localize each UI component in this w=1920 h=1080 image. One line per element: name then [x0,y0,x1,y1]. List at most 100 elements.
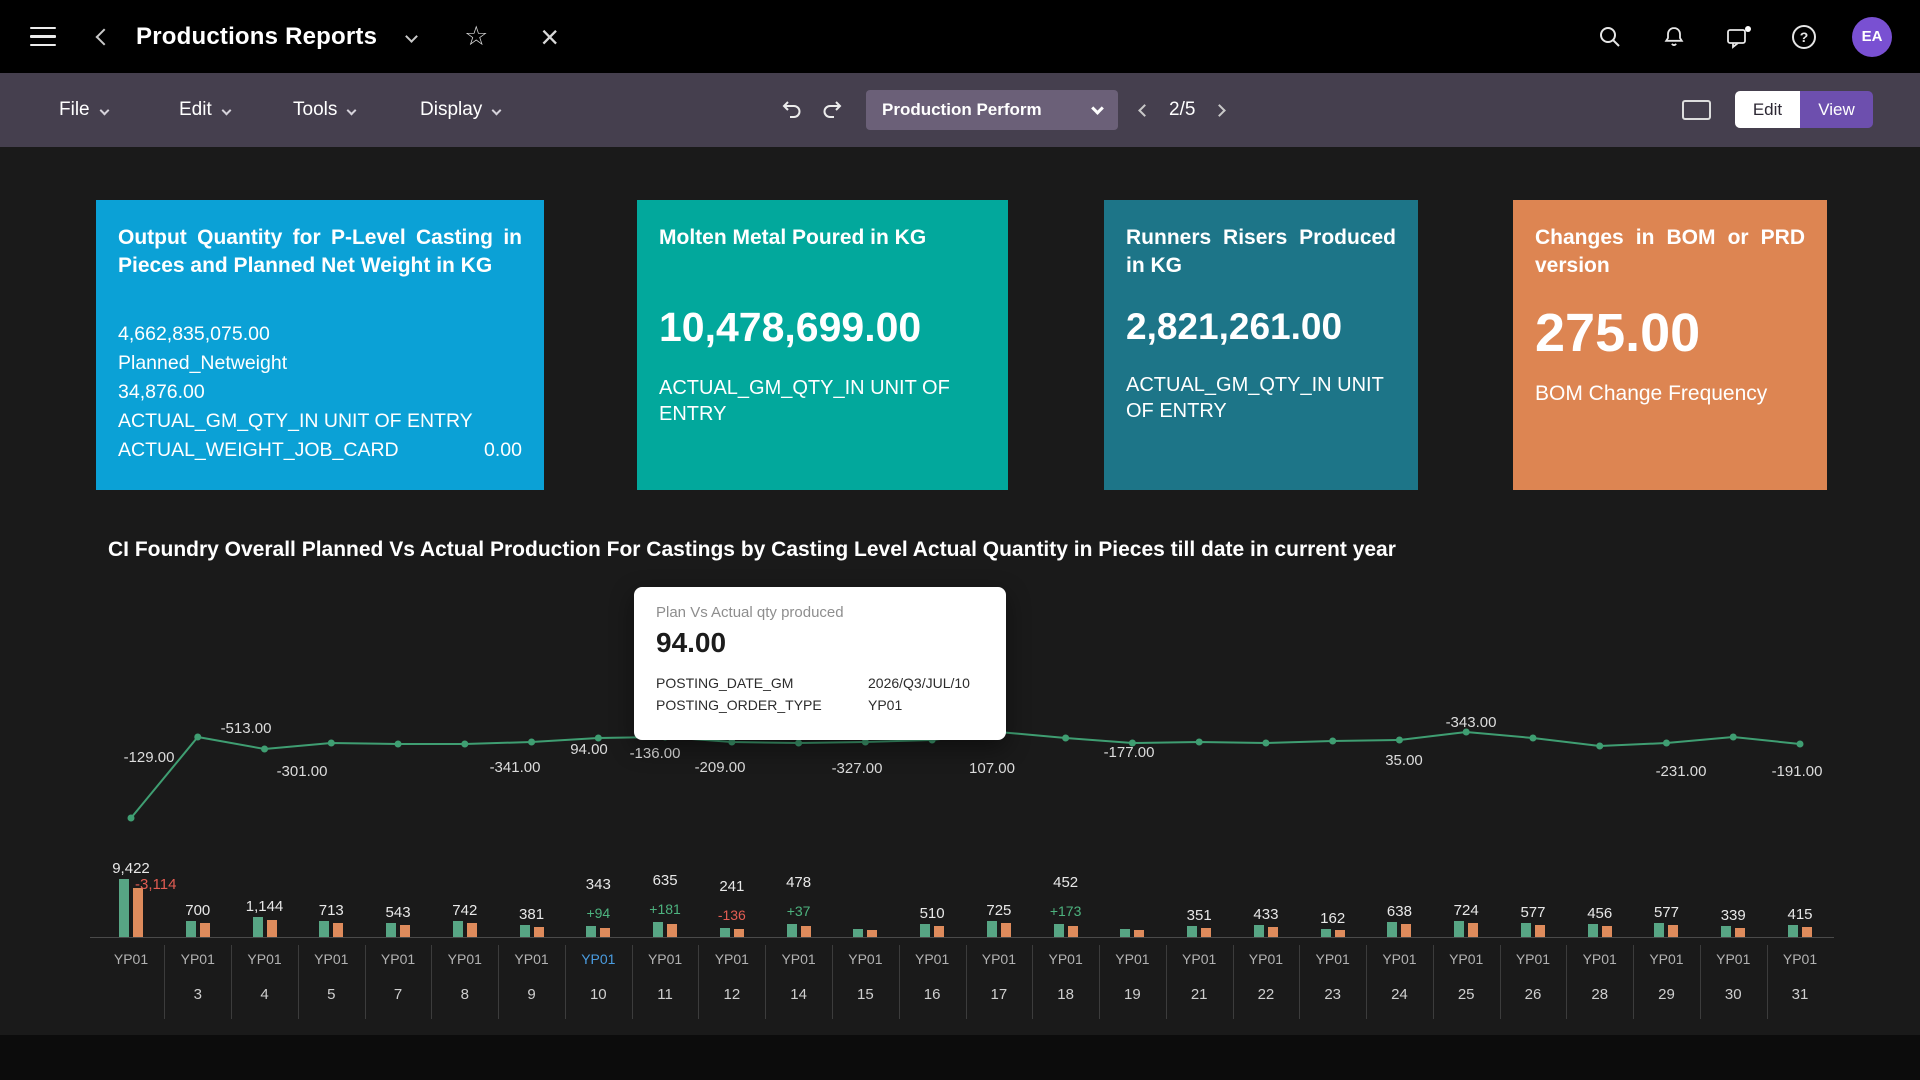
line-point[interactable] [328,740,335,747]
line-point[interactable] [1062,735,1069,742]
bar-planned[interactable] [1588,924,1598,937]
bar-actual[interactable] [400,925,410,937]
bar-planned[interactable] [1187,926,1197,937]
bar-planned[interactable] [586,926,596,937]
bar-planned[interactable] [720,928,730,937]
chevron-down-icon [221,105,231,115]
bar-planned[interactable] [653,922,663,937]
line-point[interactable] [1262,740,1269,747]
bar-actual[interactable] [801,926,811,937]
bar-planned[interactable] [1254,925,1264,937]
bar-planned[interactable] [186,921,196,937]
bar-planned[interactable] [1721,926,1731,937]
bar-actual[interactable] [1335,930,1345,937]
menu-tools[interactable]: Tools [293,73,355,147]
bar-planned[interactable] [987,921,997,937]
page-indicator: 2/5 [1169,99,1195,121]
edit-mode-button[interactable]: Edit [1735,91,1800,128]
line-point[interactable] [528,739,535,746]
axis-day-label: 15 [832,986,898,1003]
bar-planned[interactable] [920,924,930,937]
page-selector-dropdown[interactable]: Production Perform [866,90,1118,130]
bar-planned[interactable] [1788,925,1798,937]
bar-actual[interactable] [734,929,744,937]
line-point[interactable] [194,734,201,741]
line-point[interactable] [1663,740,1670,747]
line-point[interactable] [1196,739,1203,746]
line-point[interactable] [395,741,402,748]
bar-actual[interactable] [1134,930,1144,937]
hamburger-menu-icon[interactable] [30,27,56,47]
line-point[interactable] [1529,735,1536,742]
bar-planned[interactable] [319,921,329,937]
bar-actual[interactable] [1201,928,1211,937]
bar-actual[interactable] [1602,926,1612,937]
bar-planned[interactable] [1521,923,1531,937]
line-point[interactable] [1730,734,1737,741]
bar-actual[interactable] [467,923,477,937]
bar-actual[interactable] [1268,927,1278,937]
bar-actual[interactable] [867,930,877,937]
bar-planned[interactable] [1387,922,1397,937]
bar-planned[interactable] [386,923,396,937]
notifications-bell-icon[interactable] [1662,25,1686,49]
line-point[interactable] [461,741,468,748]
bar-planned[interactable] [787,924,797,937]
avatar[interactable]: EA [1852,17,1892,57]
chevron-down-icon [99,105,109,115]
bar-actual[interactable] [333,923,343,937]
line-point[interactable] [1396,737,1403,744]
bar-planned[interactable] [119,879,129,937]
bar-actual[interactable] [1535,925,1545,937]
bar-planned[interactable] [453,921,463,937]
line-point[interactable] [795,740,802,747]
bar-actual[interactable] [1068,926,1078,937]
tooltip-value: 94.00 [656,627,984,659]
bar-actual[interactable] [200,923,210,937]
line-point[interactable] [128,815,135,822]
axis-order-type-label: YP01 [565,951,631,967]
axis-order-type-label: YP01 [232,951,298,967]
bar-planned[interactable] [1120,929,1130,937]
bar-actual[interactable] [1735,928,1745,937]
bar-planned[interactable] [253,917,263,937]
bar-actual[interactable] [1401,924,1411,937]
back-icon[interactable] [96,28,113,45]
bar-planned[interactable] [853,929,863,937]
line-point[interactable] [1596,743,1603,750]
bar-actual[interactable] [1668,925,1678,937]
view-mode-button[interactable]: View [1800,91,1873,128]
bar-planned[interactable] [1054,924,1064,937]
bar-actual[interactable] [133,888,143,937]
bar-planned[interactable] [1654,923,1664,937]
line-point[interactable] [261,746,268,753]
bar-planned[interactable] [520,925,530,937]
bar-actual[interactable] [1802,927,1812,937]
bar-actual[interactable] [1001,923,1011,937]
menu-display[interactable]: Display [420,73,500,147]
line-point[interactable] [1329,738,1336,745]
bar-actual[interactable] [267,920,277,937]
line-point[interactable] [1797,741,1804,748]
bar-actual[interactable] [1468,923,1478,937]
help-icon[interactable]: ? [1792,25,1816,49]
previous-page-icon[interactable] [1138,104,1151,117]
bar-actual[interactable] [600,928,610,937]
next-page-icon[interactable] [1214,104,1227,117]
favorite-star-icon[interactable]: ☆ [464,23,488,50]
close-icon[interactable]: × [540,21,559,53]
title-dropdown-icon[interactable] [405,30,418,43]
bar-actual[interactable] [934,926,944,937]
menu-edit[interactable]: Edit [179,73,230,147]
menu-file[interactable]: File [59,73,108,147]
bar-actual[interactable] [534,927,544,937]
undo-icon[interactable] [778,97,804,128]
page-title: Productions Reports [136,23,377,51]
redo-icon[interactable] [820,97,846,128]
bar-actual[interactable] [667,924,677,937]
present-display-icon[interactable] [1682,100,1711,120]
comments-icon[interactable] [1726,25,1752,49]
search-icon[interactable] [1598,25,1622,49]
bar-planned[interactable] [1454,921,1464,937]
bar-planned[interactable] [1321,929,1331,937]
